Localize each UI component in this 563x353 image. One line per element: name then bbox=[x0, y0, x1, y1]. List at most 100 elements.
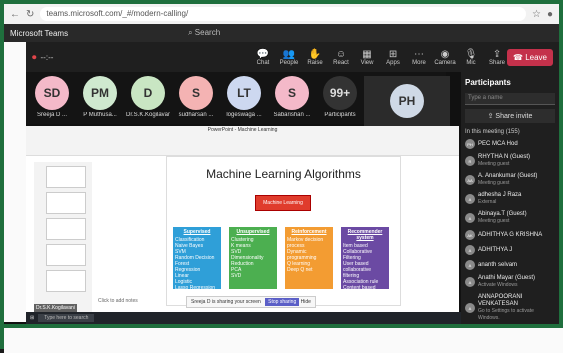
teams-header: Microsoft Teams ⌕ Search bbox=[4, 24, 559, 42]
leave-label: Leave bbox=[525, 52, 547, 62]
view-button[interactable]: ▦ View bbox=[357, 49, 377, 66]
participant-name: Anathi Mayar (Guest) bbox=[478, 275, 536, 281]
raise-button[interactable]: ✋ Raise bbox=[305, 49, 325, 66]
slide-thumbnails bbox=[34, 162, 92, 312]
category-title: Reinforcement bbox=[291, 229, 327, 235]
participant-name: ananth selvam bbox=[478, 261, 518, 268]
control-label: More bbox=[412, 59, 426, 66]
category-item: Dimensionality Reduction bbox=[231, 255, 264, 267]
participant-list-item[interactable]: PH PEC MCA Hod bbox=[465, 139, 555, 149]
back-icon[interactable]: ← bbox=[10, 9, 20, 20]
share-icon: ⇪ bbox=[492, 48, 502, 60]
avatar: PH bbox=[465, 139, 475, 149]
participant-tile[interactable]: S Sabarishan ... bbox=[270, 76, 314, 120]
slide-thumbnail[interactable] bbox=[46, 244, 86, 266]
avatar: SD bbox=[35, 76, 69, 110]
participant-list-item[interactable]: AK ADHITHYA G KRISHNA bbox=[465, 230, 555, 240]
category-box: Recommender system Item based Collaborativ… bbox=[341, 227, 389, 291]
share-invite-button[interactable]: ⇪ Share invite bbox=[465, 109, 555, 123]
participant-tile[interactable]: PM P Muthusa... bbox=[78, 76, 122, 120]
sharing-bar: Sreeja D is sharing your screen Stop sha… bbox=[186, 296, 316, 308]
reload-icon[interactable]: ↻ bbox=[26, 9, 34, 20]
avatar: AA bbox=[465, 175, 475, 185]
participant-name: sudharsan ... bbox=[178, 112, 214, 118]
apps-button[interactable]: ⊞ Apps bbox=[383, 49, 403, 66]
participant-tile-ph[interactable]: PH bbox=[364, 76, 450, 126]
avatar: A bbox=[465, 303, 475, 313]
people-button[interactable]: 👥 People bbox=[279, 49, 299, 66]
search-input[interactable]: ⌕ Search bbox=[188, 28, 220, 38]
hide-button[interactable]: Hide bbox=[301, 299, 311, 305]
slide-thumbnail[interactable] bbox=[46, 192, 86, 214]
participant-tile[interactable]: LT logeswaga ... bbox=[222, 76, 266, 120]
star-icon[interactable]: ☆ bbox=[532, 9, 541, 20]
address-bar[interactable]: teams.microsoft.com/_#/modern-calling/ bbox=[40, 7, 526, 21]
stop-sharing-button[interactable]: Stop sharing bbox=[265, 298, 300, 306]
mic-button[interactable]: 🎙 Mic bbox=[461, 49, 481, 66]
participant-tile[interactable]: Ssudharsan ... bbox=[174, 76, 218, 120]
control-label: Chat bbox=[256, 59, 270, 66]
avatar: R bbox=[465, 156, 475, 166]
self-view-label: Dr.S.K.Kogilavani bbox=[34, 304, 77, 312]
react-button[interactable]: ☺ React bbox=[331, 49, 351, 66]
leave-button[interactable]: ☎ Leave bbox=[507, 48, 553, 66]
mic-icon: 🎙 bbox=[464, 48, 478, 60]
participant-list-item[interactable]: Aadhesha J Raza External bbox=[465, 192, 555, 206]
more-button[interactable]: ⋯ More bbox=[409, 49, 429, 66]
participant-role: Meeting guest bbox=[478, 218, 510, 224]
panel-title: Participants bbox=[465, 78, 511, 87]
participant-name: logeswaga ... bbox=[226, 112, 262, 118]
avatar: S bbox=[179, 76, 213, 110]
taskbar-search[interactable]: Type here to search bbox=[38, 314, 95, 322]
react-icon: ☺ bbox=[335, 48, 347, 60]
participant-list-item[interactable]: Aananth selvam bbox=[465, 260, 555, 270]
participant-list-item[interactable]: A Anathi Mayar (Guest) Activate Windows bbox=[465, 275, 555, 289]
share-button[interactable]: ⇪ Share bbox=[487, 49, 507, 66]
control-label: Share bbox=[489, 59, 506, 66]
participant-name: ADHITHYA J bbox=[478, 246, 513, 253]
avatar: D bbox=[131, 76, 165, 110]
avatar: A bbox=[465, 213, 475, 223]
in-meeting-header[interactable]: In this meeting (155) bbox=[465, 129, 555, 135]
browser-toolbar: ← ↻ teams.microsoft.com/_#/modern-callin… bbox=[4, 4, 559, 24]
current-slide: Machine Learning Algorithms Machine Lear… bbox=[166, 156, 401, 306]
participant-name: Sabarishan ... bbox=[273, 112, 311, 118]
participant-role: Meeting guest bbox=[478, 180, 510, 186]
participant-tile[interactable]: D Dr.S.K.Kogilavani bbox=[126, 76, 170, 120]
participant-list-item[interactable]: R RHYTHA N (Guest) Meeting guest bbox=[465, 154, 555, 168]
participant-list-item[interactable]: A Abinaya.T (Guest) Meeting guest bbox=[465, 211, 555, 225]
screen-frame: ← ↻ teams.microsoft.com/_#/modern-callin… bbox=[0, 0, 563, 353]
control-label: Camera bbox=[434, 59, 456, 66]
windows-start-icon[interactable]: ⊞ bbox=[30, 315, 34, 321]
slide-thumbnail[interactable] bbox=[46, 166, 86, 188]
shared-screen-powerpoint: PowerPoint - Machine Learning Machine Le… bbox=[26, 126, 459, 312]
participant-list-item[interactable]: A ANNAPOORANI VENKATESAN Go to Settings to… bbox=[465, 294, 555, 322]
category-title: Recommender system bbox=[347, 229, 383, 241]
avatar: 99+ bbox=[323, 76, 357, 110]
participant-tile[interactable]: SD Sreeja D ... bbox=[30, 76, 74, 120]
category-box: Supervised Classification Naive Bayes SVM Ra… bbox=[173, 227, 221, 291]
participant-name: RHYTHA N (Guest) bbox=[478, 154, 531, 160]
participant-tile[interactable]: 99+ Participants bbox=[318, 76, 362, 120]
slide-thumbnail[interactable] bbox=[46, 270, 86, 292]
cropped-edge-text bbox=[4, 42, 26, 322]
participant-name: adhesha J Raza bbox=[478, 192, 522, 198]
record-icon: ⏺ bbox=[32, 51, 37, 62]
chat-button[interactable]: 💬 Chat bbox=[253, 49, 273, 66]
participant-search-input[interactable]: Type a name bbox=[465, 93, 555, 105]
profile-icon[interactable]: ● bbox=[547, 9, 553, 20]
participant-role: Meeting guest bbox=[478, 161, 510, 167]
slide-notes[interactable]: Click to add notes bbox=[98, 298, 138, 304]
view-icon: ▦ bbox=[362, 48, 372, 60]
camera-button[interactable]: ◉ Camera bbox=[434, 49, 456, 66]
category-item: Content based bbox=[343, 285, 376, 291]
people-icon: 👥 bbox=[282, 48, 296, 60]
participant-list-item[interactable]: AA A. Anankumar (Guest) Meeting guest bbox=[465, 173, 555, 187]
avatar: PH bbox=[390, 84, 424, 118]
slide-thumbnail[interactable] bbox=[46, 218, 86, 240]
raise-hand-icon: ✋ bbox=[308, 48, 322, 60]
windows-taskbar: ⊞ Type here to search bbox=[26, 312, 461, 324]
participant-list-item[interactable]: A ADHITHYA J bbox=[465, 245, 555, 255]
avatar: PM bbox=[83, 76, 117, 110]
participant-name: Dr.S.K.Kogilavani bbox=[126, 112, 170, 118]
